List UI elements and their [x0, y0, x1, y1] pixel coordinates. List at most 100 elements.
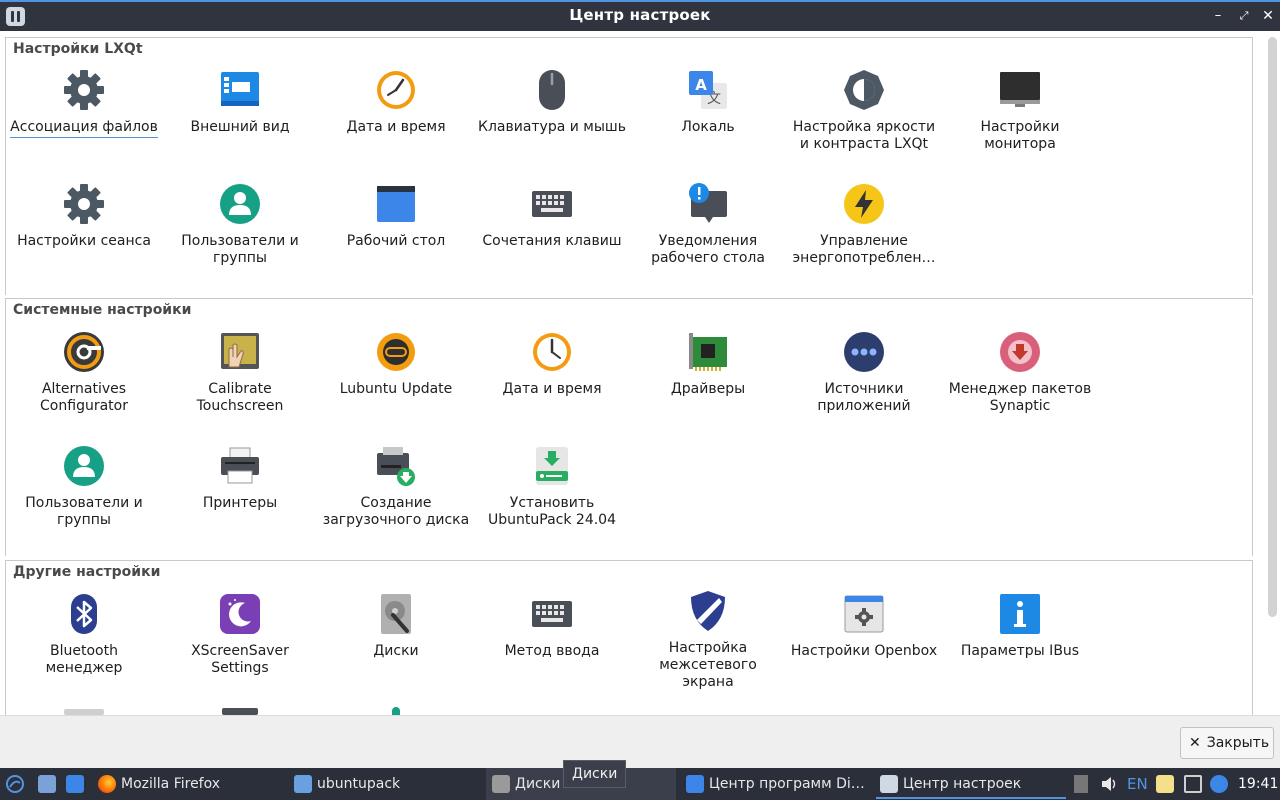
- item-monitor-settings[interactable]: Настройки монитора: [942, 69, 1098, 179]
- screensaver-icon: [220, 594, 260, 634]
- firewall-icon: [691, 591, 725, 631]
- item-date-time-system[interactable]: Дата и время: [474, 331, 630, 441]
- item-label: Диски: [373, 643, 419, 659]
- item-printers[interactable]: Принтеры: [162, 445, 318, 555]
- item-label: Дата и время: [502, 381, 602, 397]
- update-notifier-icon[interactable]: [1210, 775, 1228, 793]
- item-xscreensaver-settings[interactable]: XScreenSaver Settings: [162, 593, 318, 703]
- partial-item-icon: [392, 707, 400, 715]
- vertical-scrollbar[interactable]: [1264, 31, 1280, 715]
- item-keyboard-shortcuts[interactable]: Сочетания клавиш: [474, 183, 630, 293]
- task-label: Центр настроек: [903, 776, 1022, 792]
- item-drivers[interactable]: Драйверы: [630, 331, 786, 441]
- item-label: Bluetooth менеджер: [45, 643, 123, 676]
- quicklaunch-file-manager[interactable]: [38, 768, 61, 800]
- item-label: Ассоциация файлов: [10, 119, 158, 138]
- printer-icon: [221, 447, 259, 484]
- item-ibus-preferences[interactable]: Параметры IBus: [942, 593, 1098, 703]
- partial-item-icon: [222, 708, 258, 715]
- start-menu-button[interactable]: [6, 768, 29, 800]
- close-icon: ✕: [1189, 735, 1201, 751]
- item-disks[interactable]: Диски: [318, 593, 474, 703]
- scrollbar-thumb[interactable]: [1268, 37, 1277, 617]
- keyboard-icon: [532, 601, 572, 627]
- item-label: Настройки сеанса: [17, 233, 151, 249]
- clock-icon: [533, 333, 571, 371]
- item-label: Рабочий стол: [346, 233, 446, 249]
- item-label: Alternatives Configurator: [40, 381, 128, 414]
- item-brightness-contrast[interactable]: Настройка яркости и контраста LXQt: [786, 69, 942, 179]
- item-label: Параметры IBus: [960, 643, 1080, 659]
- window-titlebar: Центр настроек – ⤢ ✕: [0, 0, 1280, 31]
- item-users-groups-system[interactable]: Пользователи и группы: [6, 445, 162, 555]
- clock[interactable]: 19:41: [1238, 768, 1278, 800]
- item-label: Настройки Openbox: [790, 643, 938, 659]
- item-calibrate-touchscreen[interactable]: Calibrate Touchscreen: [162, 331, 318, 441]
- volume-icon[interactable]: [1100, 775, 1118, 793]
- tray-arrow-icon[interactable]: [1074, 775, 1088, 793]
- task-label: Центр программ Di…: [709, 776, 865, 792]
- item-label: Менеджер пакетов Synaptic: [948, 381, 1092, 414]
- item-bluetooth-manager[interactable]: Bluetooth менеджер: [6, 593, 162, 703]
- alternatives-icon: [64, 332, 104, 372]
- clock-icon: [377, 71, 415, 109]
- item-label: Драйверы: [670, 381, 746, 397]
- item-synaptic[interactable]: Менеджер пакетов Synaptic: [942, 331, 1098, 441]
- item-label: Lubuntu Update: [339, 381, 453, 397]
- settings-content[interactable]: Настройки LXQt Ассоциация файлов Внешний…: [0, 31, 1280, 715]
- item-locale[interactable]: 文A Локаль: [630, 69, 786, 179]
- task-label: Mozilla Firefox: [121, 776, 221, 792]
- item-firewall-settings[interactable]: Настройка межсетевого экрана: [630, 590, 786, 700]
- item-label: Управление энергопотреблен…: [792, 233, 936, 266]
- user-icon: [64, 446, 104, 486]
- folder-icon: [294, 775, 312, 793]
- brightness-icon: [844, 70, 884, 110]
- quicklaunch-desktop[interactable]: [66, 768, 89, 800]
- item-session-settings[interactable]: Настройки сеанса: [6, 183, 162, 293]
- item-input-method[interactable]: Метод ввода: [474, 593, 630, 703]
- install-icon: [536, 447, 568, 485]
- item-startup-disk-creator[interactable]: Создание загрузочного диска: [318, 445, 474, 555]
- item-lubuntu-update[interactable]: Lubuntu Update: [318, 331, 474, 441]
- minimize-button[interactable]: –: [1208, 6, 1228, 26]
- keyboard-layout-indicator[interactable]: EN: [1127, 768, 1148, 800]
- clipboard-icon[interactable]: [1156, 775, 1174, 793]
- taskbar: Mozilla Firefox ubuntupack Диски Центр п…: [0, 768, 1280, 800]
- item-software-sources[interactable]: Источники приложений: [786, 331, 942, 441]
- item-desktop[interactable]: Рабочий стол: [318, 183, 474, 293]
- lubuntu-logo-icon: [6, 775, 24, 793]
- item-install-ubuntupack[interactable]: Установить UbuntuPack 24.04: [474, 445, 630, 555]
- item-power-management[interactable]: Управление энергопотреблен…: [786, 183, 942, 293]
- gear-icon: [64, 70, 104, 110]
- item-keyboard-mouse[interactable]: Клавиатура и мышь: [474, 69, 630, 179]
- network-icon[interactable]: [1184, 775, 1202, 793]
- item-label: Установить UbuntuPack 24.04: [488, 495, 616, 528]
- file-manager-icon: [38, 775, 56, 793]
- sources-icon: [844, 332, 884, 372]
- window-close-button[interactable]: ✕: [1258, 6, 1278, 26]
- item-date-time[interactable]: Дата и время: [318, 69, 474, 179]
- dialog-button-bar: ✕ Закрыть: [0, 715, 1280, 768]
- window-title: Центр настроек: [569, 6, 711, 24]
- task-folder[interactable]: ubuntupack: [294, 768, 480, 800]
- item-alternatives-configurator[interactable]: Alternatives Configurator: [6, 331, 162, 441]
- item-file-associations[interactable]: Ассоциация файлов: [6, 69, 162, 179]
- close-button[interactable]: ✕ Закрыть: [1180, 727, 1274, 759]
- item-label: Пользователи и группы: [181, 233, 299, 266]
- user-icon: [220, 184, 260, 224]
- item-openbox-settings[interactable]: Настройки Openbox: [786, 593, 942, 703]
- maximize-button[interactable]: ⤢: [1234, 6, 1254, 26]
- item-label: Принтеры: [202, 495, 278, 511]
- item-label: Настройка яркости и контраста LXQt: [792, 119, 936, 152]
- item-users-groups[interactable]: Пользователи и группы: [162, 183, 318, 293]
- item-label: Источники приложений: [817, 381, 911, 414]
- task-software-center[interactable]: Центр программ Di…: [686, 768, 872, 800]
- mouse-icon: [539, 70, 565, 110]
- item-label: Настройки монитора: [980, 119, 1060, 152]
- task-firefox[interactable]: Mozilla Firefox: [98, 768, 284, 800]
- driver-card-icon: [689, 333, 727, 371]
- task-settings-center[interactable]: Центр настроек: [876, 768, 1066, 800]
- item-label: Calibrate Touchscreen: [196, 381, 284, 414]
- item-desktop-notifications[interactable]: Уведомления рабочего стола: [630, 183, 786, 293]
- item-appearance[interactable]: Внешний вид: [162, 69, 318, 179]
